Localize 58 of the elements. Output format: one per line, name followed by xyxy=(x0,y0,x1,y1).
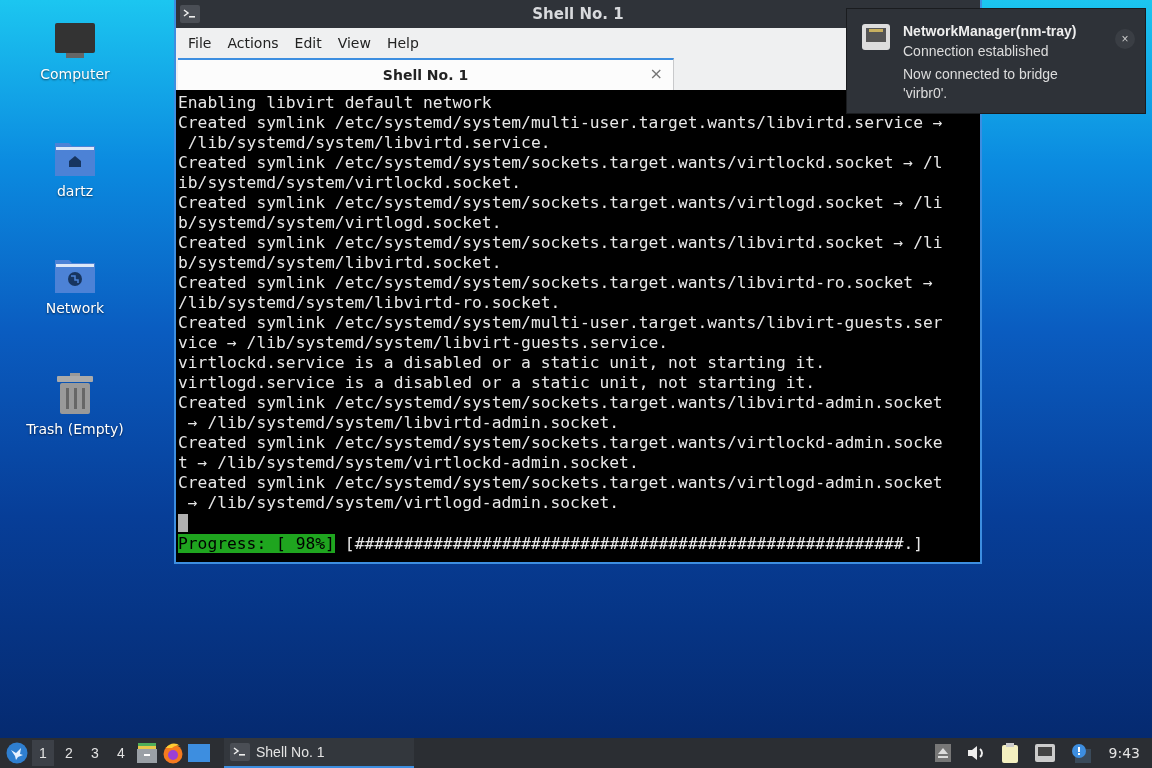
terminal-line: Created symlink /etc/systemd/system/multi-user.target.wants/libvirt-guests.ser xyxy=(178,313,943,333)
close-icon[interactable]: × xyxy=(649,64,663,83)
workspace-button[interactable]: 4 xyxy=(110,740,132,766)
menu-item[interactable]: Actions xyxy=(219,35,287,51)
terminal-line: b/systemd/system/libvirtd.socket. xyxy=(178,253,502,273)
menu-item[interactable]: Help xyxy=(378,35,427,51)
speaker-icon[interactable] xyxy=(966,745,985,761)
firefox-icon[interactable] xyxy=(162,742,184,764)
window-title: Shell No. 1 xyxy=(532,5,624,23)
taskbar-task[interactable]: Shell No. 1 xyxy=(224,738,414,768)
text-cursor xyxy=(178,514,188,532)
ethernet-icon[interactable] xyxy=(1034,744,1055,762)
terminal-line: Created symlink /etc/systemd/system/multi-user.target.wants/libvirtd.service → xyxy=(178,113,943,133)
terminal-line: Created symlink /etc/systemd/system/sockets.target.wants/libvirtd-admin.socket xyxy=(178,393,943,413)
desktop-icon-label[interactable]: dartz xyxy=(56,183,94,199)
progress-bar-text: [########################################################.] xyxy=(344,534,924,553)
trash-icon xyxy=(56,373,94,415)
workspace-button[interactable]: 1 xyxy=(32,740,54,766)
terminal-icon xyxy=(180,5,200,23)
terminal-line: Created symlink /etc/systemd/system/sockets.target.wants/virtlockd.socket → /l xyxy=(178,153,943,173)
terminal-line: /lib/systemd/system/libvirtd-ro.socket. xyxy=(178,293,561,313)
workspace-button[interactable]: 3 xyxy=(84,740,106,766)
terminal-line: Created symlink /etc/systemd/system/sockets.target.wants/libvirtd-ro.socket → xyxy=(178,273,933,293)
terminal-line: b/systemd/system/virtlogd.socket. xyxy=(178,213,502,233)
terminal-line: Created symlink /etc/systemd/system/sockets.target.wants/virtlockd-admin.socke xyxy=(178,433,943,453)
terminal-line: Created symlink /etc/systemd/system/sockets.target.wants/libvirtd.socket → /li xyxy=(178,233,943,253)
terminal-line: t → /lib/systemd/system/virtlockd-admin.socket. xyxy=(178,453,639,473)
terminal-icon xyxy=(230,743,250,761)
terminal-line: virtlockd.service is a disabled or a static unit, not starting it. xyxy=(178,353,825,373)
menu-item[interactable]: Edit xyxy=(286,35,330,51)
terminal-line: Enabling libvirt default network xyxy=(178,93,492,113)
terminal-line: → /lib/systemd/system/libvirtd-admin.socket. xyxy=(186,413,620,433)
file-cabinet-icon[interactable] xyxy=(136,742,158,764)
notification-summary: Connection established xyxy=(903,43,1050,59)
desktop-icon-label[interactable]: Network xyxy=(45,300,105,316)
clock[interactable]: 9:43 xyxy=(1108,745,1140,761)
notification-title: NetworkManager(nm-tray) xyxy=(903,23,1078,39)
bird-logo-icon[interactable] xyxy=(6,742,28,764)
progress-label: Progress: [ 98%] xyxy=(178,534,335,553)
clipboard-icon[interactable] xyxy=(1000,742,1019,764)
workspace-button[interactable]: 2 xyxy=(58,740,80,766)
tab[interactable]: Shell No. 1 × xyxy=(178,58,674,90)
monitor-icon xyxy=(54,22,96,60)
terminal-line: Created symlink /etc/systemd/system/sockets.target.wants/virtlogd.socket → /li xyxy=(178,193,943,213)
notification-icon[interactable] xyxy=(1070,743,1091,763)
terminal-line: → /lib/systemd/system/virtlogd-admin.socket. xyxy=(186,493,620,513)
ethernet-icon xyxy=(861,23,891,51)
eject-icon[interactable] xyxy=(934,744,951,762)
notification-body: Now connected to bridge 'virbr0'. xyxy=(903,65,1059,103)
terminal-line: vice → /lib/systemd/system/libvirt-guests.service. xyxy=(178,333,669,353)
desktop-icon-label[interactable]: Trash (Empty) xyxy=(26,421,124,437)
terminal-line: /lib/systemd/system/libvirtd.service. xyxy=(186,133,551,153)
terminal-line: ib/systemd/system/virtlockd.socket. xyxy=(178,173,522,193)
menu-item[interactable]: File xyxy=(180,35,220,51)
terminal-line: Created symlink /etc/systemd/system/sockets.target.wants/virtlogd-admin.socket xyxy=(178,473,943,493)
terminal-line: virtlogd.service is a disabled or a static unit, not starting it. xyxy=(178,373,816,393)
close-button[interactable]: × xyxy=(1115,29,1135,49)
menu-item[interactable]: View xyxy=(329,35,379,51)
